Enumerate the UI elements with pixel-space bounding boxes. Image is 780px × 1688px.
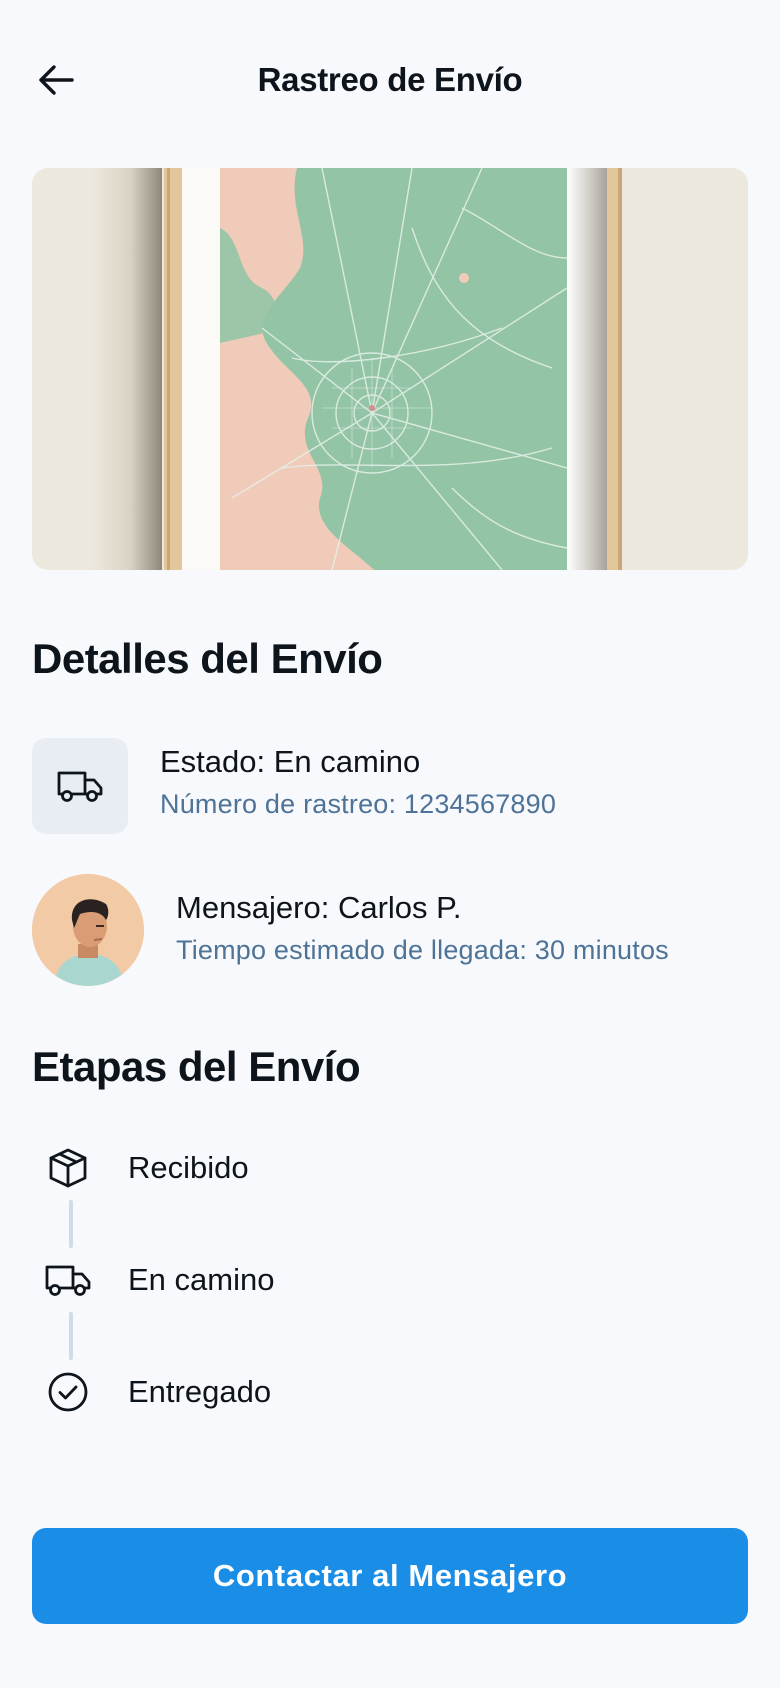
package-icon <box>44 1144 92 1192</box>
courier-name: Mensajero: Carlos P. <box>176 890 462 925</box>
top-bar: Rastreo de Envío <box>0 0 780 160</box>
courier-eta: Tiempo estimado de llegada: 30 minutos <box>176 935 669 965</box>
page-title: Rastreo de Envío <box>257 61 523 98</box>
stage-label: Recibido <box>128 1150 249 1185</box>
check-circle-icon <box>44 1368 92 1416</box>
tracking-number: Número de rastreo: 1234567890 <box>160 789 557 819</box>
stage-delivered: Entregado <box>32 1356 432 1428</box>
truck-icon-tile <box>32 738 128 834</box>
shipment-status: Estado: En camino <box>160 744 421 779</box>
details-section-title: Detalles del Envío <box>32 635 383 682</box>
stages-section-title: Etapas del Envío <box>32 1043 361 1090</box>
stage-label: En camino <box>128 1262 275 1297</box>
shipment-status-row: Estado: En camino Número de rastreo: 123… <box>32 738 748 834</box>
truck-icon <box>57 771 103 802</box>
stage-connector <box>69 1312 73 1360</box>
courier-row: Mensajero: Carlos P. Tiempo estimado de … <box>32 874 748 986</box>
avatar <box>32 874 144 986</box>
contact-courier-button[interactable]: Contactar al Mensajero <box>32 1528 748 1624</box>
stage-in-transit: En camino <box>32 1244 432 1316</box>
stage-connector <box>69 1200 73 1248</box>
stage-received: Recibido <box>32 1132 432 1204</box>
stage-label: Entregado <box>128 1374 272 1409</box>
truck-icon <box>44 1256 92 1304</box>
map-image <box>32 168 748 570</box>
